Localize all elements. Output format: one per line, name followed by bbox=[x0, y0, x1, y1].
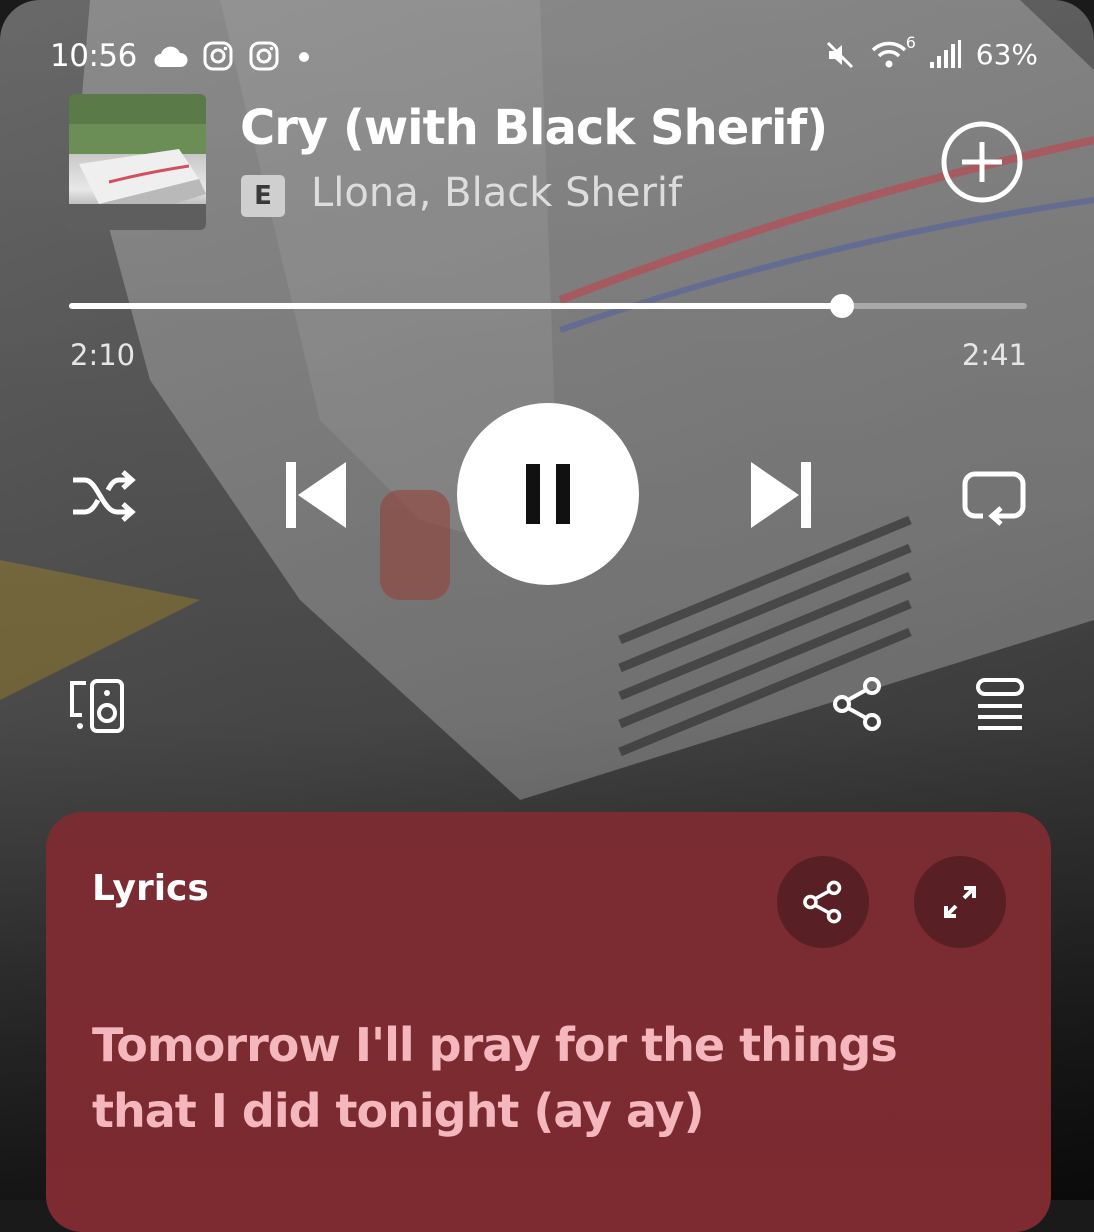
pause-icon bbox=[526, 464, 570, 524]
plus-circle-icon bbox=[941, 121, 1023, 203]
lyrics-share-button[interactable] bbox=[777, 856, 869, 948]
lyrics-card[interactable]: Lyrics Tomorrow I'll pray for the things… bbox=[46, 812, 1051, 1232]
lyrics-expand-button[interactable] bbox=[914, 856, 1006, 948]
share-icon bbox=[833, 677, 881, 731]
pause-button[interactable] bbox=[457, 403, 639, 585]
playback-progress-bar[interactable] bbox=[69, 294, 1027, 318]
connect-device-button[interactable] bbox=[62, 676, 132, 736]
elapsed-time: 2:10 bbox=[70, 338, 136, 372]
expand-icon bbox=[944, 886, 976, 918]
cloud-icon bbox=[154, 46, 188, 67]
next-track-button[interactable] bbox=[745, 458, 817, 532]
skip-previous-icon bbox=[286, 462, 346, 528]
shuffle-icon bbox=[73, 470, 136, 522]
instagram-icon bbox=[203, 41, 233, 71]
queue-button[interactable] bbox=[972, 676, 1028, 732]
wifi-generation: 6 bbox=[905, 32, 916, 52]
share-icon bbox=[803, 880, 842, 924]
skip-next-icon bbox=[751, 462, 811, 528]
repeat-button[interactable] bbox=[958, 462, 1030, 530]
lyrics-label: Lyrics bbox=[92, 868, 209, 909]
add-to-library-button[interactable] bbox=[940, 120, 1024, 204]
queue-icon bbox=[976, 678, 1024, 730]
album-cover[interactable] bbox=[69, 94, 206, 230]
status-bar: 10:56 6 63% bbox=[0, 28, 1094, 84]
shuffle-button[interactable] bbox=[68, 462, 140, 530]
total-duration: 2:41 bbox=[961, 338, 1027, 372]
mute-icon bbox=[826, 41, 853, 68]
explicit-badge: E bbox=[241, 175, 285, 217]
progress-fill bbox=[69, 303, 843, 309]
more-notifications-dot-icon bbox=[299, 52, 309, 62]
signal-strength-icon bbox=[929, 39, 961, 68]
share-button[interactable] bbox=[828, 676, 888, 732]
repeat-icon bbox=[962, 471, 1026, 526]
battery-percentage: 63% bbox=[975, 38, 1038, 71]
lyrics-line: Tomorrow I'll pray for the things that I… bbox=[92, 1018, 898, 1138]
album-cover-image bbox=[69, 94, 206, 230]
connect-device-icon bbox=[70, 679, 124, 733]
instagram-icon bbox=[249, 41, 279, 71]
wifi-icon: 6 bbox=[870, 33, 916, 71]
track-title[interactable]: Cry (with Black Sherif) bbox=[240, 100, 828, 156]
notification-icons bbox=[152, 40, 314, 72]
previous-track-button[interactable] bbox=[280, 458, 352, 532]
status-time: 10:56 bbox=[50, 38, 137, 74]
progress-scrubber[interactable] bbox=[830, 294, 855, 318]
track-artists[interactable]: Llona, Black Sherif bbox=[311, 170, 682, 216]
system-indicators: 6 63% bbox=[824, 33, 1038, 71]
